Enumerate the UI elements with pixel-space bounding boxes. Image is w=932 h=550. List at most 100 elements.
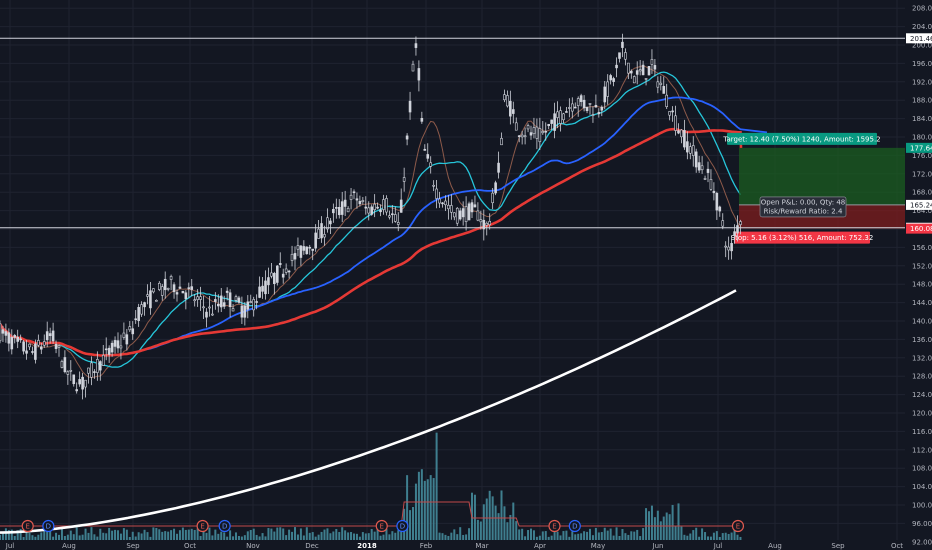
volume-bar <box>90 527 93 540</box>
volume-bar <box>594 527 597 540</box>
volume-bar <box>299 528 302 540</box>
volume-bar <box>332 531 335 540</box>
candle-body <box>187 287 191 289</box>
pnl-box[interactable]: Open P&L: 0.00, Qty: 48Risk/Reward Ratio… <box>759 196 847 218</box>
volume-bar <box>99 528 102 540</box>
volume-bar <box>237 535 240 540</box>
volume-bar <box>229 530 232 540</box>
candle-body <box>736 225 739 234</box>
candle-body <box>305 246 309 255</box>
volume-bar <box>589 528 591 540</box>
dividend-marker[interactable]: D <box>396 519 409 533</box>
candle-body <box>296 245 300 250</box>
candle-body <box>467 203 471 221</box>
dividend-marker[interactable]: D <box>42 519 55 533</box>
candle-body <box>391 213 394 216</box>
candle-body <box>464 206 468 222</box>
volume-bar <box>273 531 276 540</box>
volume-bar <box>606 530 609 540</box>
candle-body <box>137 307 140 321</box>
volume-bar <box>22 536 25 540</box>
candle-body <box>700 165 704 171</box>
candle-body <box>246 301 250 310</box>
candle-body <box>22 341 25 352</box>
volume-bar <box>603 527 606 540</box>
earnings-marker[interactable]: E <box>548 519 561 533</box>
volume-bar <box>414 483 417 540</box>
volume-bar <box>423 480 426 540</box>
volume-bar <box>412 506 414 540</box>
stop-label[interactable]: Stop: 5.16 (3.12%) 516, Amount: 752.32 <box>731 231 874 244</box>
volume-bar <box>698 536 701 540</box>
volume-bar <box>187 529 190 540</box>
x-tick-label: May <box>591 542 605 550</box>
candle-body <box>323 234 326 238</box>
volume-bar <box>52 536 55 540</box>
candle-body <box>730 243 733 252</box>
svg-text:D: D <box>222 523 227 531</box>
earnings-marker[interactable]: E <box>731 519 745 533</box>
x-tick-label: Jun <box>652 542 664 550</box>
candle-body <box>715 192 719 211</box>
candle-body <box>349 194 353 200</box>
volume-bar <box>249 530 252 540</box>
y-tick-label: 176.00 <box>912 152 932 160</box>
volume-bar <box>158 529 161 540</box>
candle-body <box>54 344 58 349</box>
volume-bar <box>724 532 727 540</box>
price-tag: 165.24 <box>906 199 932 210</box>
volume-bar <box>509 514 512 540</box>
volume-bar <box>565 530 568 540</box>
volume-bar <box>167 531 170 540</box>
volume-bar <box>721 533 724 540</box>
volume-bar <box>49 530 52 540</box>
candle-body <box>81 376 84 390</box>
target-label[interactable]: Target: 12.40 (7.50%) 1240, Amount: 1595… <box>722 132 881 145</box>
volume-bar <box>447 535 450 540</box>
volume-bar <box>190 528 193 540</box>
x-tick-label: Aug <box>62 542 76 550</box>
candle-body <box>45 331 49 341</box>
volume-bar <box>361 532 364 540</box>
volume-bar <box>432 478 435 540</box>
volume-bar <box>114 529 117 540</box>
volume-bar <box>624 533 627 540</box>
volume-bar <box>429 475 432 540</box>
volume-bar <box>338 532 341 540</box>
volume-bar <box>650 505 653 540</box>
candle-body <box>686 141 689 153</box>
candle-body <box>337 206 341 216</box>
volume-bar <box>264 536 267 540</box>
volume-bar <box>388 534 391 540</box>
volume-bar <box>503 506 506 540</box>
volume-bar <box>131 531 134 540</box>
volume-bar <box>125 529 128 540</box>
volume-bar <box>355 533 358 540</box>
y-tick-label: 92.00 <box>912 538 932 546</box>
candle-body <box>184 292 188 299</box>
dividend-marker[interactable]: D <box>218 519 231 533</box>
svg-text:D: D <box>572 523 577 531</box>
earnings-marker[interactable]: E <box>21 519 34 533</box>
candle-body <box>149 290 152 309</box>
position-tool[interactable]: Target: 12.40 (7.50%) 1240, Amount: 1595… <box>722 132 905 244</box>
svg-text:E: E <box>25 523 29 531</box>
candle-body <box>697 162 701 171</box>
candle-body <box>382 199 385 210</box>
y-tick-label: 144.00 <box>912 299 932 307</box>
svg-text:Stop: 5.16 (3.12%) 516, Amount: Stop: 5.16 (3.12%) 516, Amount: 752.32 <box>731 234 874 242</box>
volume-bar <box>308 532 311 540</box>
earnings-marker[interactable]: E <box>375 519 388 533</box>
volume-bar <box>63 536 66 540</box>
candle-body <box>119 345 123 349</box>
y-tick-label: 156.00 <box>912 244 932 252</box>
earnings-marker[interactable]: E <box>196 519 209 533</box>
volume-bar <box>164 531 167 540</box>
dividend-marker[interactable]: D <box>568 519 581 533</box>
candle-body <box>346 208 350 213</box>
volume-bar <box>574 534 577 540</box>
candle-body <box>691 145 695 156</box>
volume-bar <box>220 531 223 540</box>
candle-body <box>629 70 633 74</box>
volume-bar <box>66 534 69 540</box>
